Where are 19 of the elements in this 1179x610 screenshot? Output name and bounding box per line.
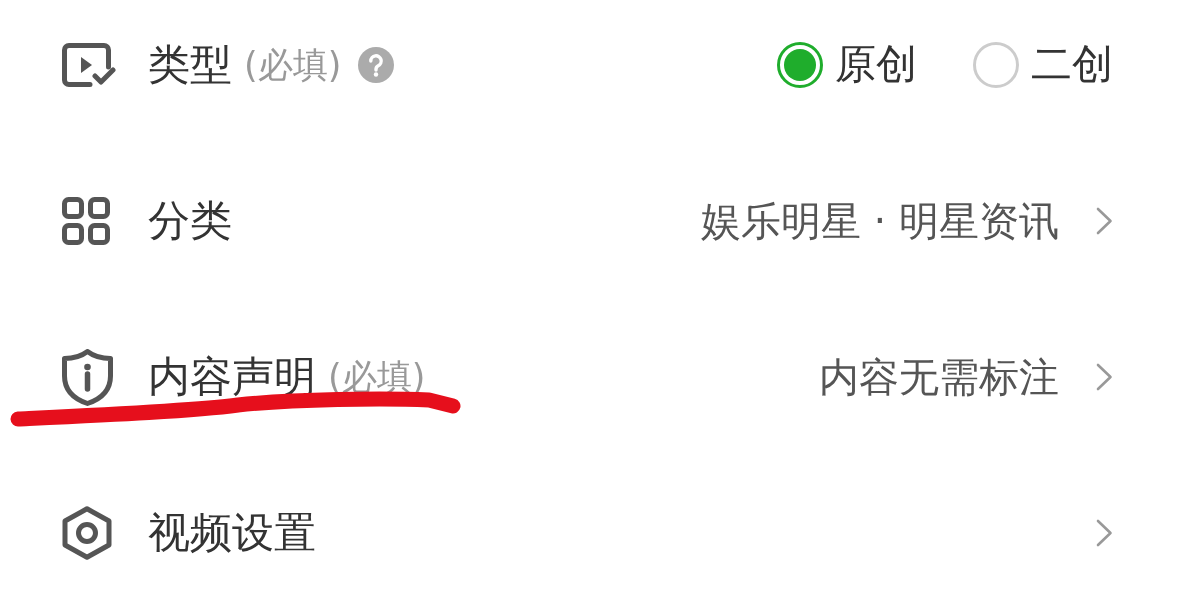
setting-value[interactable]: 娱乐明星 · 明星资讯 (700, 198, 1059, 244)
chevron-right-icon[interactable] (1096, 207, 1113, 235)
setting-label: 视频设置 (148, 508, 316, 558)
radio-option[interactable]: 原创 (777, 41, 917, 89)
video-check-icon (62, 43, 116, 87)
setting-label: 内容声明 (148, 352, 316, 402)
radio-icon[interactable] (777, 42, 823, 88)
setting-label: 类型 (148, 40, 232, 90)
chevron-right-icon[interactable] (1096, 519, 1113, 547)
required-hint: (必填) (244, 44, 342, 86)
hexagon-icon (62, 506, 112, 560)
chevron-right-icon[interactable] (1096, 363, 1113, 391)
shield-info-icon (62, 348, 113, 406)
setting-label: 分类 (148, 196, 232, 246)
help-icon[interactable] (358, 47, 395, 83)
radio-icon[interactable] (973, 42, 1019, 88)
setting-value[interactable]: 内容无需标注 (819, 354, 1059, 400)
grid-icon (62, 197, 110, 245)
radio-option[interactable]: 二创 (973, 41, 1113, 89)
